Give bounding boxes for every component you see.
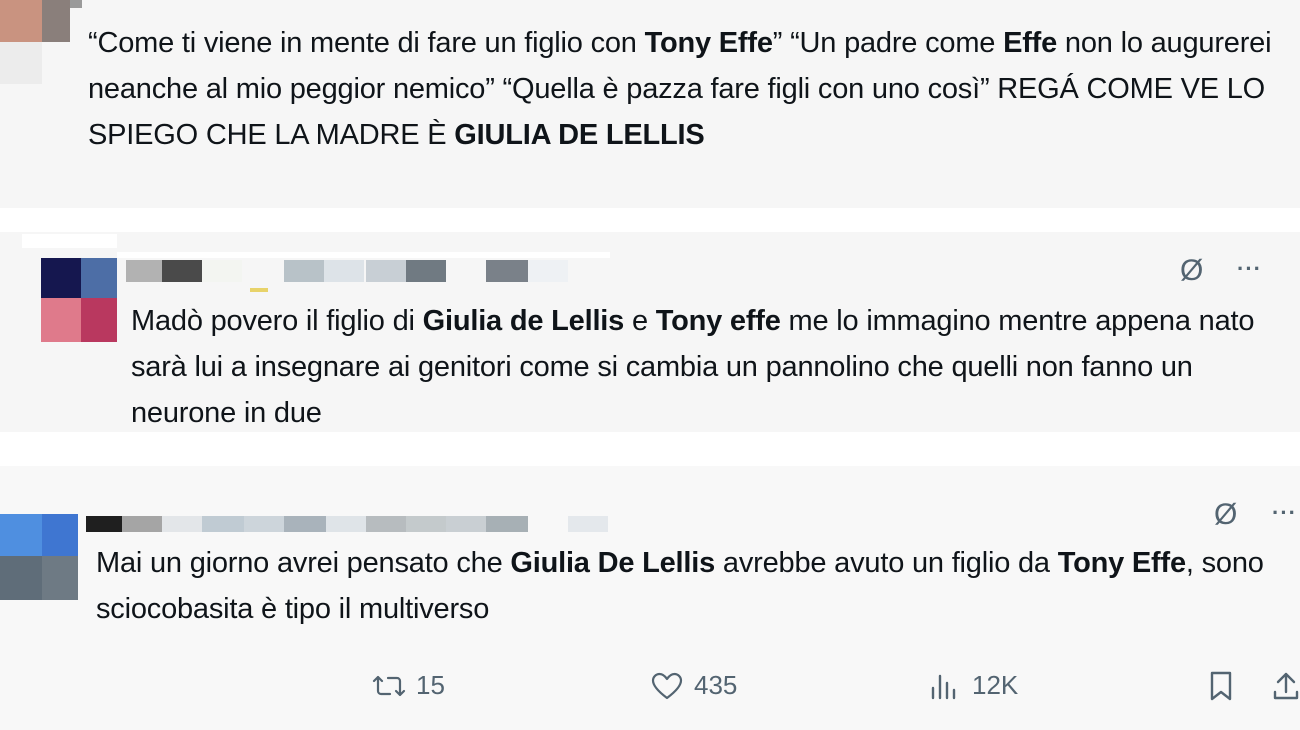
censored-bar	[22, 234, 117, 248]
mention-giulia-de-lellis: GIULIA DE LELLIS	[454, 119, 705, 151]
tweet-card-1[interactable]: “Come ti viene in mente di fare un figli…	[0, 0, 1300, 208]
tweet-text-1: “Come ti viene in mente di fare un figli…	[88, 20, 1288, 158]
mention-giulia-de-lellis: Giulia de Lellis	[422, 305, 625, 337]
bar-chart-icon	[931, 674, 956, 699]
mention-giulia-de-lellis: Giulia De Lellis	[510, 547, 716, 579]
retweet-button[interactable]: 15	[372, 670, 445, 701]
tweet-text-3: Mai un giorno avrei pensato che Giulia D…	[96, 540, 1296, 632]
grok-icon[interactable]: Ø	[1180, 256, 1203, 286]
more-options-icon[interactable]: ···	[1272, 500, 1297, 526]
heart-icon	[651, 672, 683, 699]
like-count: 435	[694, 670, 738, 700]
tweet-text-segment: avrebbe avuto un figlio da	[715, 547, 1058, 579]
mention-tony-effe: Tony Effe	[1057, 547, 1186, 579]
censored-bar	[117, 252, 610, 258]
tweet-card-3[interactable]: Ø ··· Mai un giorno avrei pensato che Gi…	[0, 466, 1300, 730]
tweet-text-segment: “Come ti viene in mente di fare un figli…	[88, 27, 645, 59]
share-icon	[1273, 672, 1299, 700]
mention-tony-effe: Tony Effe	[644, 27, 773, 59]
mention-effe: Effe	[1003, 27, 1058, 59]
tweet-text-segment: Madò povero il figlio di	[131, 305, 423, 337]
more-options-icon[interactable]: ···	[1237, 256, 1262, 282]
bookmark-button[interactable]	[1206, 670, 1236, 702]
mention-tony-effe: Tony effe	[655, 305, 781, 337]
views-count: 12K	[972, 670, 1019, 700]
tweet-card-2[interactable]: Ø ··· Madò povero il figlio di Giulia de…	[0, 232, 1300, 432]
tweet-text-segment: Mai un giorno avrei pensato che	[96, 547, 511, 579]
retweet-count: 15	[416, 670, 445, 700]
like-button[interactable]: 435	[650, 670, 737, 701]
retweet-icon	[372, 675, 406, 696]
tweet-text-segment: e	[624, 305, 656, 337]
tweet-text-segment: ” “Un padre come	[772, 27, 1004, 59]
tweet-text-2: Madò povero il figlio di Giulia de Lelli…	[131, 298, 1271, 436]
views-button[interactable]: 12K	[928, 670, 1018, 701]
share-button[interactable]	[1272, 670, 1300, 702]
grok-icon[interactable]: Ø	[1214, 500, 1237, 530]
bookmark-icon	[1210, 671, 1232, 701]
